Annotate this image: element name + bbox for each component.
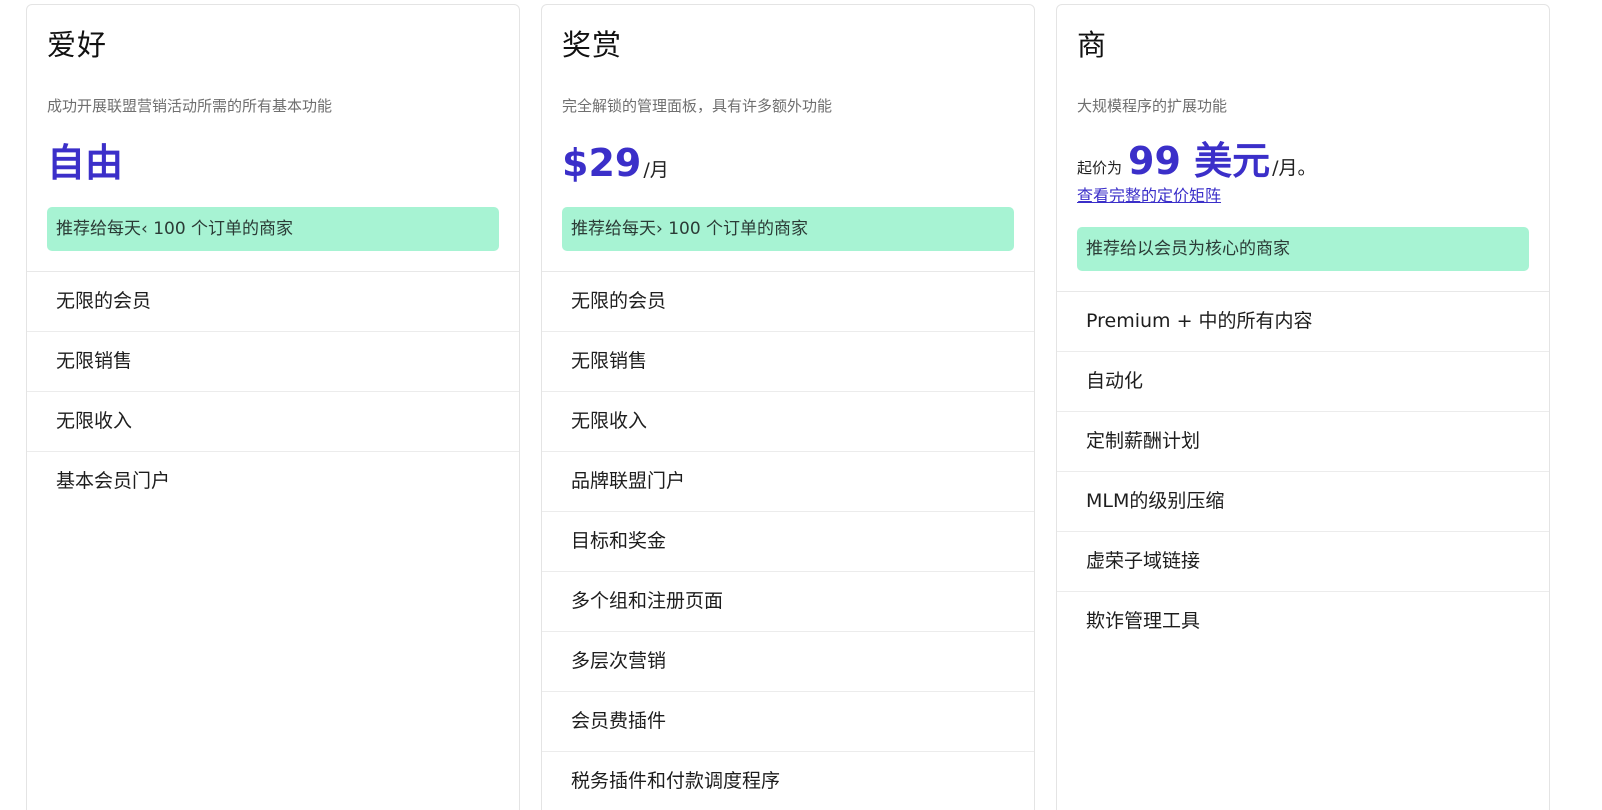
- price-period: /月: [643, 159, 669, 181]
- feature-item: Premium + 中的所有内容: [1057, 292, 1549, 352]
- feature-item: 多个组和注册页面: [542, 572, 1034, 632]
- feature-item: MLM的级别压缩: [1057, 472, 1549, 532]
- feature-item: 定制薪酬计划: [1057, 412, 1549, 472]
- plan-description: 完全解锁的管理面板，具有许多额外功能: [562, 97, 833, 115]
- feature-item: 多层次营销: [542, 632, 1034, 692]
- plan-card-hobby: 爱好 成功开展联盟营销活动所需的所有基本功能 自由 推荐给每天‹ 100 个订单…: [26, 4, 520, 810]
- plan-header: 奖赏 完全解锁的管理面板，具有许多额外功能 $29 /月 推荐给每天› 100 …: [542, 5, 1034, 251]
- feature-list: Premium + 中的所有内容 自动化 定制薪酬计划 MLM的级别压缩 虚荣子…: [1057, 291, 1549, 651]
- price-period: /月。: [1272, 157, 1317, 179]
- price-row: 起价为 99 美元 /月。: [1077, 137, 1529, 183]
- plan-name: 奖赏: [562, 28, 623, 62]
- plan-card-reward: 奖赏 完全解锁的管理面板，具有许多额外功能 $29 /月 推荐给每天› 100 …: [541, 4, 1035, 810]
- feature-item: 无限销售: [27, 332, 519, 392]
- price-prefix: 起价为: [1077, 159, 1123, 177]
- feature-item: 虚荣子域链接: [1057, 532, 1549, 592]
- plan-name: 商: [1077, 28, 1108, 62]
- plan-header: 爱好 成功开展联盟营销活动所需的所有基本功能 自由 推荐给每天‹ 100 个订单…: [27, 5, 519, 251]
- feature-item: 无限收入: [27, 392, 519, 452]
- price-row: 自由: [47, 133, 499, 185]
- feature-item: 欺诈管理工具: [1086, 610, 1201, 632]
- feature-item: 基本会员门户: [56, 470, 171, 492]
- feature-list: 无限的会员 无限销售 无限收入 品牌联盟门户 目标和奖金 多个组和注册页面 多层…: [542, 271, 1034, 810]
- plan-name: 爱好: [47, 28, 108, 62]
- feature-list: 无限的会员 无限销售 无限收入 基本会员门户: [27, 271, 519, 511]
- feature-item: 无限的会员: [542, 272, 1034, 332]
- pricing-section: 爱好 成功开展联盟营销活动所需的所有基本功能 自由 推荐给每天‹ 100 个订单…: [0, 0, 1602, 810]
- plan-card-business: 商 大规模程序的扩展功能 起价为 99 美元 /月。 查看完整的定价矩阵 推荐给…: [1056, 4, 1550, 810]
- plan-description: 大规模程序的扩展功能: [1077, 97, 1228, 115]
- plan-price: 自由: [47, 141, 124, 185]
- feature-item: 自动化: [1057, 352, 1549, 412]
- feature-item: 无限收入: [542, 392, 1034, 452]
- plan-price: $29: [562, 141, 642, 185]
- feature-item: 目标和奖金: [542, 512, 1034, 572]
- feature-item: 税务插件和付款调度程序: [571, 770, 781, 792]
- recommend-badge: 推荐给每天› 100 个订单的商家: [562, 207, 1014, 251]
- feature-item: 无限销售: [542, 332, 1034, 392]
- feature-item: 会员费插件: [542, 692, 1034, 752]
- plan-price: 99 美元: [1128, 139, 1271, 183]
- plan-description: 成功开展联盟营销活动所需的所有基本功能: [47, 97, 333, 115]
- feature-item: 品牌联盟门户: [542, 452, 1034, 512]
- recommend-badge: 推荐给每天‹ 100 个订单的商家: [47, 207, 499, 251]
- pricing-matrix-link[interactable]: 查看完整的定价矩阵: [1077, 185, 1529, 207]
- feature-item: 无限的会员: [27, 272, 519, 332]
- recommend-badge: 推荐给以会员为核心的商家: [1077, 227, 1529, 271]
- price-row: $29 /月: [562, 133, 1014, 185]
- plan-header: 商 大规模程序的扩展功能 起价为 99 美元 /月。 查看完整的定价矩阵 推荐给…: [1057, 5, 1549, 271]
